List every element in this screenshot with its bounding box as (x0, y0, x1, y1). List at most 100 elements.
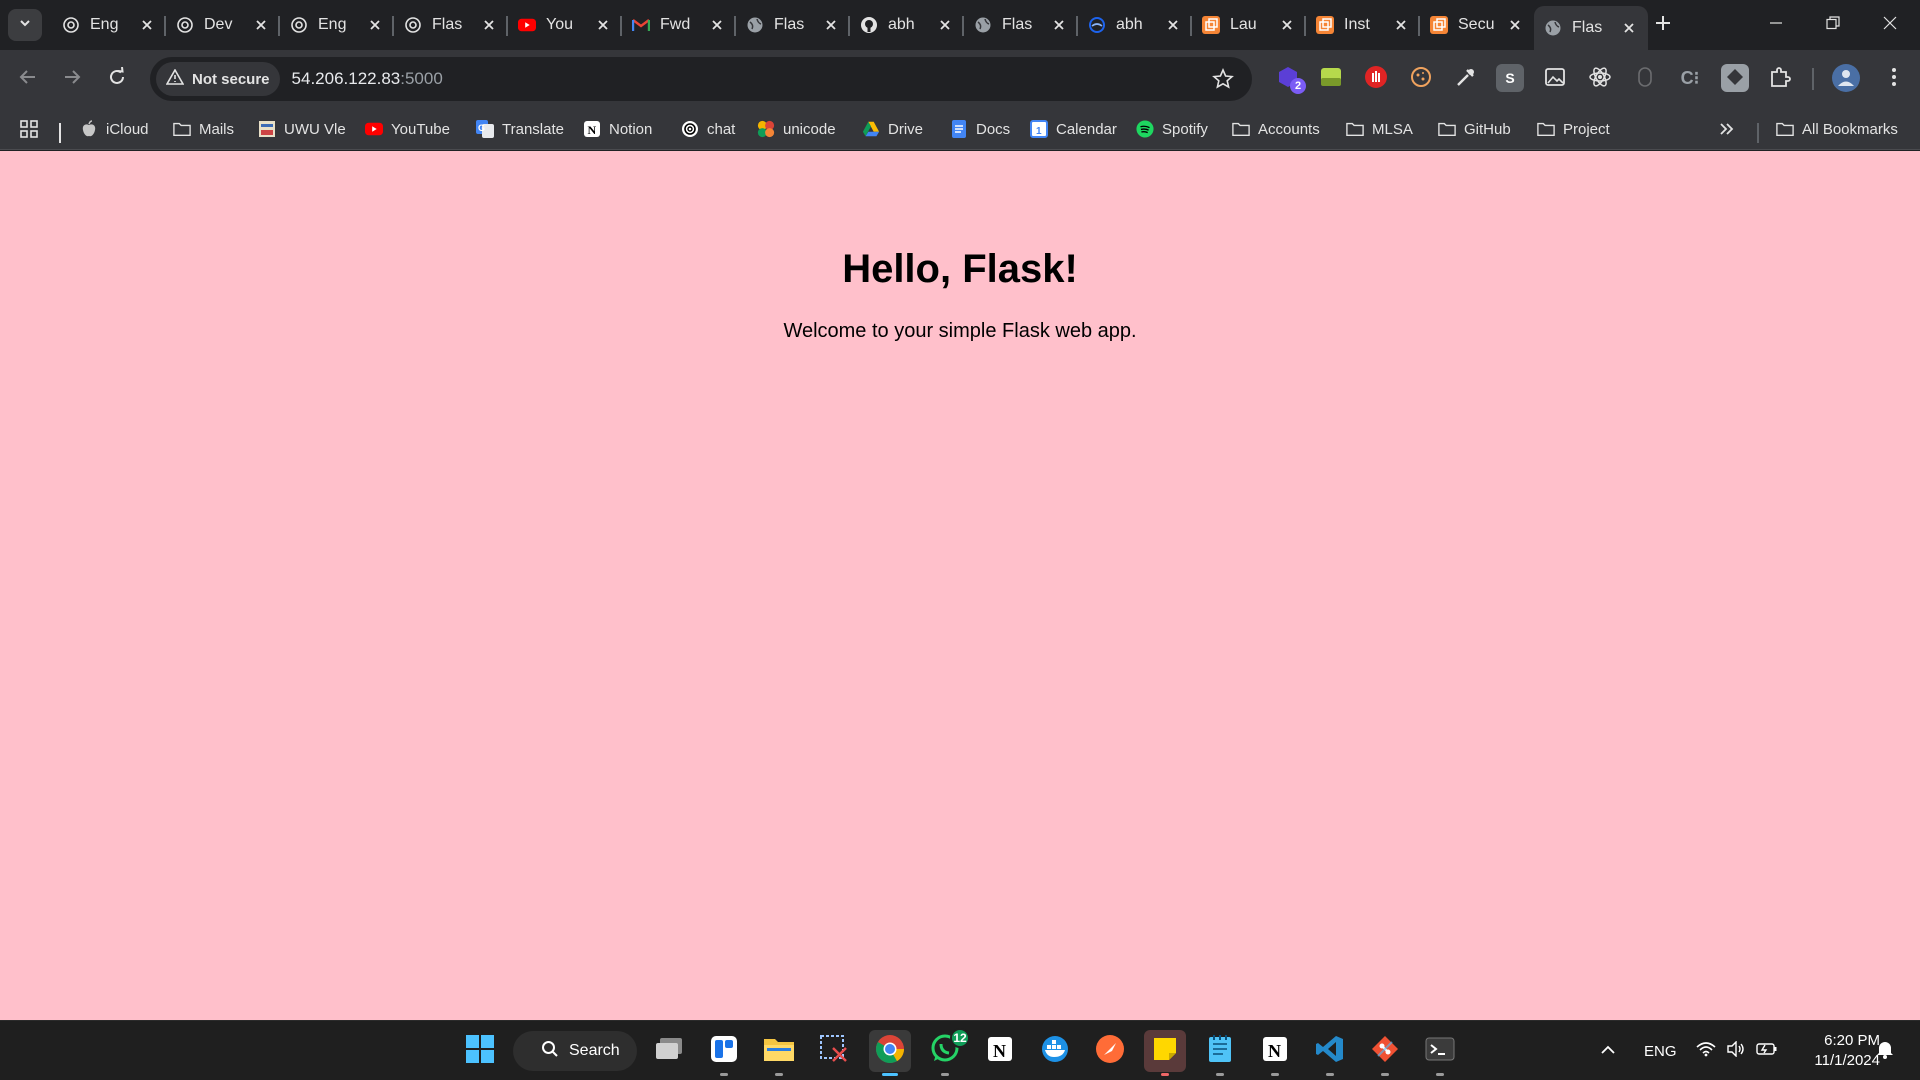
extension-button[interactable]: S (1496, 64, 1524, 92)
bookmark-folder[interactable]: Project (1537, 116, 1610, 142)
extension-button[interactable]: 2 (1274, 64, 1306, 94)
taskbar-app[interactable] (1089, 1030, 1131, 1072)
tab[interactable]: You (508, 6, 622, 44)
all-bookmarks-button[interactable]: All Bookmarks (1776, 116, 1898, 142)
tab[interactable]: Secu (1420, 6, 1534, 44)
forward-button[interactable] (56, 63, 88, 95)
new-tab-button[interactable] (1650, 12, 1676, 38)
close-icon[interactable] (252, 16, 270, 34)
taskbar-app[interactable] (758, 1030, 800, 1076)
start-button[interactable] (459, 1030, 501, 1072)
bookmark-item[interactable]: UWU Vle (258, 116, 346, 142)
bookmark-item[interactable]: unicode (757, 116, 836, 142)
extension-button[interactable] (1317, 64, 1345, 92)
tab[interactable]: abh (850, 6, 964, 44)
taskbar-app[interactable]: N (979, 1030, 1021, 1072)
close-icon[interactable] (366, 16, 384, 34)
tab-search-button[interactable] (8, 9, 42, 41)
extension-button[interactable] (1452, 64, 1480, 92)
minimize-button[interactable] (1756, 10, 1796, 40)
extension-button[interactable]: C⁝ (1676, 64, 1704, 92)
clock[interactable]: 6:20 PM 11/1/2024 (1790, 1031, 1880, 1071)
bookmark-item[interactable]: G Translate (476, 116, 564, 142)
close-icon[interactable] (1506, 16, 1524, 34)
network-volume-battery-button[interactable] (1696, 1021, 1778, 1080)
taskbar-app[interactable]: 12 (924, 1028, 970, 1076)
bookmark-item[interactable]: iCloud (80, 116, 149, 142)
close-icon[interactable] (822, 16, 840, 34)
taskbar-app[interactable] (703, 1030, 745, 1076)
bookmark-item[interactable]: Drive (862, 116, 923, 142)
extension-button[interactable] (1407, 64, 1435, 92)
taskbar-search[interactable]: Search (513, 1031, 637, 1071)
tab[interactable]: Fwd (622, 6, 736, 44)
address-bar[interactable]: Not secure 54.206.122.83:5000 (150, 57, 1252, 101)
close-icon[interactable] (1164, 16, 1182, 34)
bookmark-label: UWU Vle (284, 120, 346, 138)
extension-button[interactable] (1362, 64, 1390, 92)
reload-button[interactable] (101, 63, 133, 95)
extension-button[interactable] (1631, 64, 1659, 92)
security-indicator[interactable]: Not secure (156, 62, 280, 96)
drive-icon (862, 120, 880, 138)
tab-active[interactable]: Flas (1534, 6, 1648, 50)
bookmark-folder[interactable]: GitHub (1438, 116, 1511, 142)
taskbar-app[interactable] (1419, 1030, 1461, 1076)
close-icon[interactable] (1392, 16, 1410, 34)
bookmark-item[interactable]: YouTube (365, 116, 450, 142)
tab[interactable]: Inst (1306, 6, 1420, 44)
tab[interactable]: abh (1078, 6, 1192, 44)
url-text[interactable]: 54.206.122.83:5000 (292, 69, 443, 89)
bookmark-item[interactable]: Docs (950, 116, 1010, 142)
restore-button[interactable] (1813, 10, 1853, 40)
security-label: Not secure (192, 70, 270, 88)
task-view-button[interactable] (648, 1030, 690, 1072)
notifications-button[interactable] (1875, 1021, 1895, 1080)
extensions-menu-button[interactable] (1766, 64, 1794, 92)
tab[interactable]: Eng (280, 6, 394, 44)
close-icon[interactable] (936, 16, 954, 34)
taskbar-app[interactable] (813, 1030, 855, 1072)
close-icon[interactable] (480, 16, 498, 34)
profile-avatar[interactable] (1832, 64, 1860, 92)
bookmark-folder[interactable]: MLSA (1346, 116, 1413, 142)
bookmark-folder[interactable]: Mails (173, 116, 234, 142)
more-bookmarks-button[interactable] (1718, 116, 1736, 142)
taskbar-app[interactable] (1199, 1030, 1241, 1076)
show-hidden-icons-button[interactable] (1600, 1021, 1616, 1080)
bookmark-folder[interactable]: Accounts (1232, 116, 1320, 142)
taskbar-app-chrome[interactable] (869, 1030, 911, 1076)
taskbar-app-sticky-notes[interactable] (1144, 1030, 1186, 1076)
taskbar-app[interactable]: N (1254, 1030, 1296, 1076)
taskbar-app[interactable] (1309, 1030, 1351, 1076)
taskbar-app[interactable] (1364, 1030, 1406, 1076)
close-icon[interactable] (1050, 16, 1068, 34)
close-icon[interactable] (708, 16, 726, 34)
tab[interactable]: Lau (1192, 6, 1306, 44)
extension-button[interactable] (1541, 64, 1569, 92)
tab[interactable]: Flas (394, 6, 508, 44)
close-icon[interactable] (1620, 19, 1638, 37)
window-close-button[interactable] (1870, 10, 1910, 40)
docs-icon (950, 120, 968, 138)
apps-button[interactable] (20, 116, 38, 142)
extension-button[interactable] (1586, 64, 1614, 92)
tab[interactable]: Eng (52, 6, 166, 44)
bookmark-star-icon[interactable] (1212, 67, 1234, 90)
tab[interactable]: Flas (964, 6, 1078, 44)
tab[interactable]: Dev (166, 6, 280, 44)
bookmark-item[interactable]: chat (681, 116, 735, 142)
tab[interactable]: Flas (736, 6, 850, 44)
extension-button[interactable] (1721, 64, 1749, 92)
close-icon[interactable] (1278, 16, 1296, 34)
close-icon[interactable] (138, 16, 156, 34)
browser-menu-button[interactable] (1880, 64, 1908, 92)
back-button[interactable] (12, 63, 44, 95)
taskbar-app[interactable] (1034, 1030, 1076, 1072)
tab-title: Flas (1572, 19, 1603, 36)
bookmark-item[interactable]: N Notion (583, 116, 652, 142)
bookmark-item[interactable]: 1 Calendar (1030, 116, 1117, 142)
bookmark-item[interactable]: Spotify (1136, 116, 1208, 142)
input-language-indicator[interactable]: ENG (1644, 1021, 1677, 1080)
close-icon[interactable] (594, 16, 612, 34)
